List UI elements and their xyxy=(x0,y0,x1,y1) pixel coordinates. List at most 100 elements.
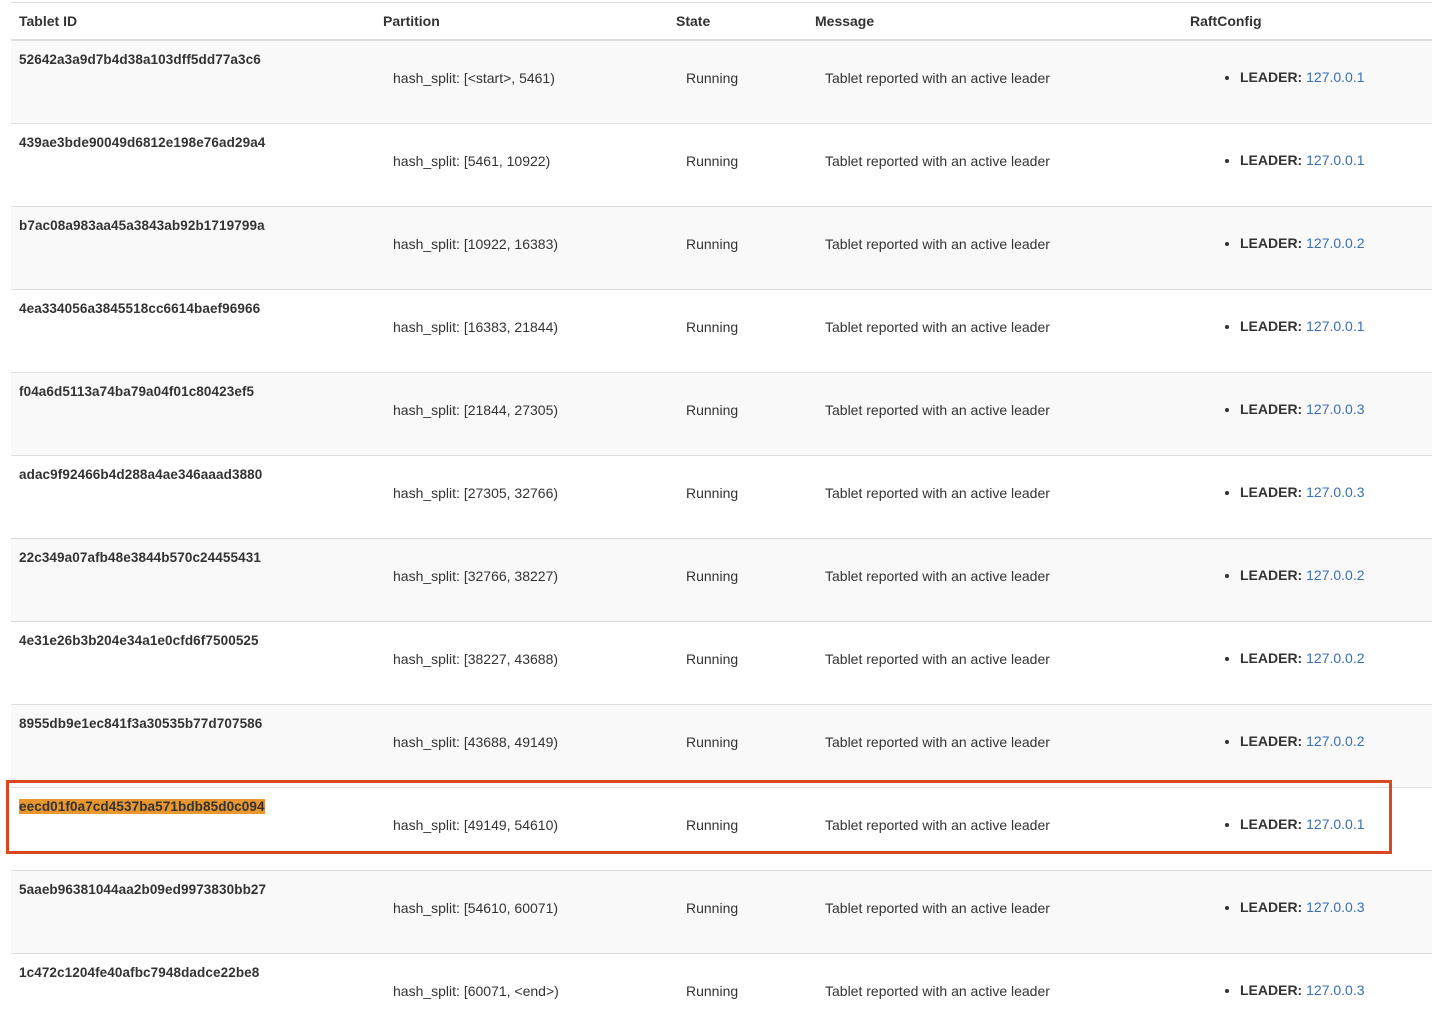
table-row: 22c349a07afb48e3844b570c24455431 hash_spl… xyxy=(11,537,1432,621)
cell-state: Running xyxy=(668,454,807,538)
cell-state: Running xyxy=(668,869,807,953)
tablet-id: adac9f92466b4d288a4ae346aaad3880 xyxy=(19,466,263,482)
raft-peer-list: LEADER: 127.0.0.2 xyxy=(1182,733,1432,749)
tablets-table-container: Tablet ID Partition State Message RaftCo… xyxy=(11,2,1432,1036)
leader-label: LEADER: xyxy=(1240,898,1303,915)
tablet-id: 22c349a07afb48e3844b570c24455431 xyxy=(19,549,261,565)
cell-message: Tablet reported with an active leader xyxy=(807,952,1182,1036)
state-text: Running xyxy=(686,650,739,667)
message-text: Tablet reported with an active leader xyxy=(825,484,1050,501)
cell-message: Tablet reported with an active leader xyxy=(807,454,1182,538)
message-text: Tablet reported with an active leader xyxy=(825,899,1050,916)
leader-address-link[interactable]: 127.0.0.3 xyxy=(1306,401,1364,417)
table-row: eecd01f0a7cd4537ba571bdb85d0c094 hash_spl… xyxy=(11,786,1432,870)
partition-text: hash_split: [27305, 32766) xyxy=(393,484,559,501)
table-row: adac9f92466b4d288a4ae346aaad3880 hash_spl… xyxy=(11,454,1432,538)
raft-peer-list: LEADER: 127.0.0.2 xyxy=(1182,650,1432,666)
partition-text: hash_split: [16383, 21844) xyxy=(393,318,559,335)
leader-address-link[interactable]: 127.0.0.3 xyxy=(1306,899,1364,915)
leader-address-link[interactable]: 127.0.0.3 xyxy=(1306,484,1364,500)
cell-message: Tablet reported with an active leader xyxy=(807,869,1182,953)
state-text: Running xyxy=(686,70,739,86)
table-row: 8955db9e1ec841f3a30535b77d707586 hash_spl… xyxy=(11,703,1432,787)
raft-peer-list: LEADER: 127.0.0.1 xyxy=(1182,152,1432,168)
leader-address-link[interactable]: 127.0.0.2 xyxy=(1306,567,1364,583)
tablet-id: 5aaeb96381044aa2b09ed9973830bb27 xyxy=(19,881,267,897)
cell-raftconfig: LEADER: 127.0.0.3 xyxy=(1182,869,1432,953)
leader-address-link[interactable]: 127.0.0.1 xyxy=(1306,318,1364,334)
cell-tablet-id: eecd01f0a7cd4537ba571bdb85d0c094 xyxy=(11,786,375,870)
raft-peer-list: LEADER: 127.0.0.2 xyxy=(1182,235,1432,251)
cell-partition: hash_split: [54610, 60071) xyxy=(375,869,668,953)
cell-message: Tablet reported with an active leader xyxy=(807,620,1182,704)
leader-address-link[interactable]: 127.0.0.1 xyxy=(1306,152,1364,168)
cell-message: Tablet reported with an active leader xyxy=(807,786,1182,870)
table-row: 4e31e26b3b204e34a1e0cfd6f7500525 hash_spl… xyxy=(11,620,1432,704)
cell-message: Tablet reported with an active leader xyxy=(807,205,1182,289)
message-text: Tablet reported with an active leader xyxy=(825,982,1050,999)
leader-address-link[interactable]: 127.0.0.1 xyxy=(1306,816,1364,832)
partition-text: hash_split: [10922, 16383) xyxy=(393,235,559,252)
tablet-id: f04a6d5113a74ba79a04f01c80423ef5 xyxy=(19,383,255,399)
raft-peer-item: LEADER: 127.0.0.2 xyxy=(1240,567,1432,583)
partition-text: hash_split: [<start>, 5461) xyxy=(393,70,555,86)
table-row: 4ea334056a3845518cc6614baef96966 hash_spl… xyxy=(11,288,1432,372)
cell-state: Running xyxy=(668,122,807,206)
cell-state: Running xyxy=(668,205,807,289)
raft-peer-list: LEADER: 127.0.0.3 xyxy=(1182,899,1432,915)
state-text: Running xyxy=(686,152,739,169)
cell-raftconfig: LEADER: 127.0.0.2 xyxy=(1182,205,1432,289)
leader-address-link[interactable]: 127.0.0.1 xyxy=(1306,69,1364,85)
raft-peer-list: LEADER: 127.0.0.3 xyxy=(1182,401,1432,417)
cell-raftconfig: LEADER: 127.0.0.2 xyxy=(1182,537,1432,621)
message-text: Tablet reported with an active leader xyxy=(825,650,1050,667)
leader-address-link[interactable]: 127.0.0.2 xyxy=(1306,733,1364,749)
leader-address-link[interactable]: 127.0.0.3 xyxy=(1306,982,1364,998)
raft-peer-list: LEADER: 127.0.0.1 xyxy=(1182,69,1432,85)
state-text: Running xyxy=(686,318,739,335)
cell-partition: hash_split: [10922, 16383) xyxy=(375,205,668,289)
cell-state: Running xyxy=(668,786,807,870)
state-text: Running xyxy=(686,401,739,418)
raft-peer-item: LEADER: 127.0.0.3 xyxy=(1240,401,1432,417)
table-row: f04a6d5113a74ba79a04f01c80423ef5 hash_spl… xyxy=(11,371,1432,455)
table-row: 52642a3a9d7b4d38a103dff5dd77a3c6 hash_spl… xyxy=(11,39,1432,123)
header-partition: Partition xyxy=(375,2,668,41)
leader-address-link[interactable]: 127.0.0.2 xyxy=(1306,650,1364,666)
cell-raftconfig: LEADER: 127.0.0.1 xyxy=(1182,122,1432,206)
cell-raftconfig: LEADER: 127.0.0.2 xyxy=(1182,703,1432,787)
cell-partition: hash_split: [5461, 10922) xyxy=(375,122,668,206)
partition-text: hash_split: [21844, 27305) xyxy=(393,401,559,418)
raft-peer-list: LEADER: 127.0.0.3 xyxy=(1182,484,1432,500)
cell-partition: hash_split: [43688, 49149) xyxy=(375,703,668,787)
cell-raftconfig: LEADER: 127.0.0.3 xyxy=(1182,952,1432,1036)
cell-state: Running xyxy=(668,371,807,455)
raft-peer-item: LEADER: 127.0.0.3 xyxy=(1240,484,1432,500)
state-text: Running xyxy=(686,235,739,252)
raft-peer-item: LEADER: 127.0.0.1 xyxy=(1240,816,1432,832)
header-message: Message xyxy=(807,2,1182,41)
raft-peer-item: LEADER: 127.0.0.3 xyxy=(1240,982,1432,998)
message-text: Tablet reported with an active leader xyxy=(825,567,1050,584)
cell-state: Running xyxy=(668,703,807,787)
partition-text: hash_split: [49149, 54610) xyxy=(393,816,559,833)
cell-state: Running xyxy=(668,952,807,1036)
cell-tablet-id: 439ae3bde90049d6812e198e76ad29a4 xyxy=(11,122,375,206)
leader-address-link[interactable]: 127.0.0.2 xyxy=(1306,235,1364,251)
cell-tablet-id: f04a6d5113a74ba79a04f01c80423ef5 xyxy=(11,371,375,455)
partition-text: hash_split: [32766, 38227) xyxy=(393,567,559,584)
cell-raftconfig: LEADER: 127.0.0.1 xyxy=(1182,39,1432,123)
table-body: 52642a3a9d7b4d38a103dff5dd77a3c6 hash_spl… xyxy=(11,39,1432,1036)
state-text: Running xyxy=(686,982,739,999)
cell-partition: hash_split: [49149, 54610) xyxy=(375,786,668,870)
tablet-id: 4ea334056a3845518cc6614baef96966 xyxy=(19,300,261,316)
cell-tablet-id: 1c472c1204fe40afbc7948dadce22be8 xyxy=(11,952,375,1036)
state-text: Running xyxy=(686,816,739,833)
raft-peer-item: LEADER: 127.0.0.3 xyxy=(1240,899,1432,915)
header-state: State xyxy=(668,2,807,41)
leader-label: LEADER: xyxy=(1240,317,1303,334)
cell-partition: hash_split: [16383, 21844) xyxy=(375,288,668,372)
cell-raftconfig: LEADER: 127.0.0.1 xyxy=(1182,786,1432,870)
leader-label: LEADER: xyxy=(1240,732,1303,749)
cell-state: Running xyxy=(668,288,807,372)
